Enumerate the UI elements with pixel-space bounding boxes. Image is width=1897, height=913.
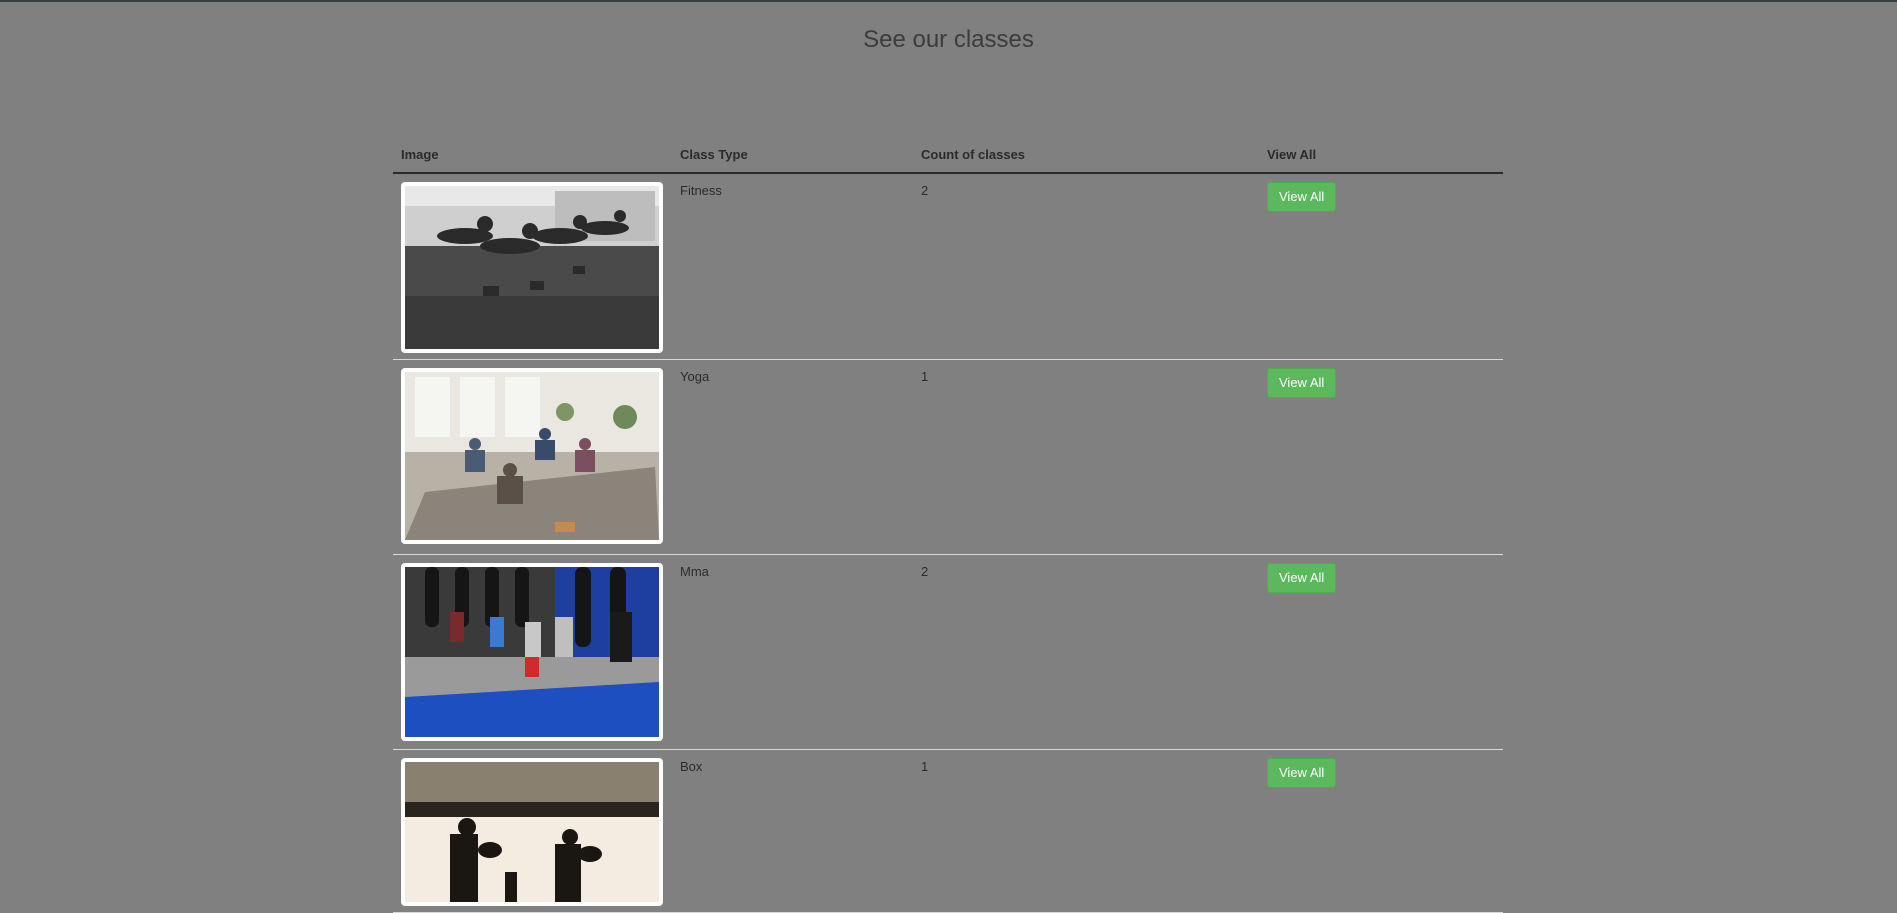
class-type-cell: Box <box>680 759 703 774</box>
header-image: Image <box>393 140 672 174</box>
count-cell: 1 <box>921 759 929 774</box>
classes-table: Image Class Type Count of classes View A… <box>393 140 1503 913</box>
table-row: Box 1 View All <box>393 749 1503 913</box>
header-class-type: Class Type <box>672 140 913 174</box>
mma-class-photo <box>401 563 663 741</box>
page-title: See our classes <box>863 26 1034 53</box>
table-row: Yoga 1 View All <box>393 359 1503 555</box>
table-header-row: Image Class Type Count of classes View A… <box>393 140 1503 174</box>
view-all-button[interactable]: View All <box>1267 368 1337 398</box>
view-all-button[interactable]: View All <box>1267 563 1337 593</box>
count-cell: 2 <box>921 564 929 579</box>
header-view-all: View All <box>1259 140 1503 174</box>
count-cell: 2 <box>921 183 929 198</box>
box-class-photo <box>401 758 663 906</box>
header-count: Count of classes <box>913 140 1259 174</box>
view-all-button[interactable]: View All <box>1267 182 1337 212</box>
table-row: Mma 2 View All <box>393 554 1503 750</box>
class-type-cell: Mma <box>680 564 709 579</box>
table-row: Fitness 2 View All <box>393 173 1503 360</box>
top-rule <box>0 0 1897 2</box>
class-type-cell: Fitness <box>680 183 722 198</box>
count-cell: 1 <box>921 369 929 384</box>
view-all-button[interactable]: View All <box>1267 758 1337 788</box>
yoga-class-photo <box>401 368 663 544</box>
class-type-cell: Yoga <box>680 369 710 384</box>
fitness-class-photo <box>401 182 663 353</box>
